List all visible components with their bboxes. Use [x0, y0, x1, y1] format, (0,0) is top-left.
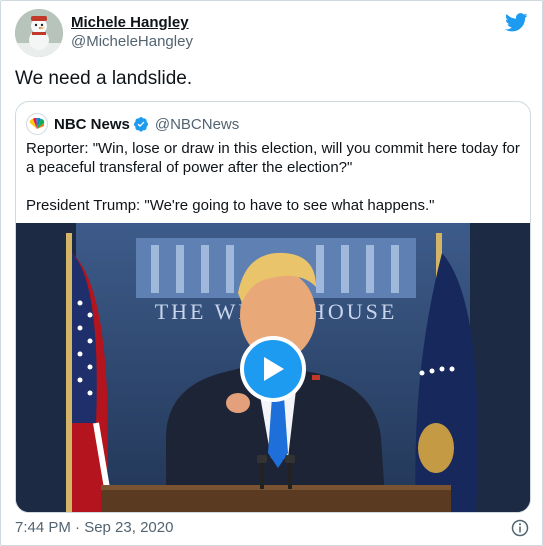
- quoted-author-name[interactable]: NBC News: [54, 116, 130, 133]
- quoted-tweet[interactable]: NBC News @NBCNews Reporter: "Win, lose o…: [15, 101, 531, 513]
- author-avatar[interactable]: [15, 9, 63, 57]
- verified-badge-icon: [133, 117, 148, 132]
- quoted-author-handle[interactable]: @NBCNews: [155, 116, 239, 133]
- author-name[interactable]: Michele Hangley: [71, 13, 193, 32]
- tweet-timestamp[interactable]: 7:44 PM · Sep 23, 2020: [15, 519, 173, 536]
- quoted-tweet-header: NBC News @NBCNews: [26, 113, 239, 135]
- twitter-bird-icon[interactable]: [505, 13, 528, 32]
- author-handle[interactable]: @MicheleHangley: [71, 32, 193, 52]
- info-icon[interactable]: [511, 519, 529, 537]
- quoted-paragraph: Reporter: "Win, lose or draw in this ele…: [26, 140, 520, 176]
- author-block: Michele Hangley @MicheleHangley: [71, 13, 193, 52]
- tweet-embed-card: Michele Hangley @MicheleHangley We need …: [0, 0, 543, 546]
- play-video-button[interactable]: [240, 336, 306, 402]
- quoted-tweet-text: Reporter: "Win, lose or draw in this ele…: [26, 139, 522, 215]
- video-thumbnail[interactable]: THE WHITE HOUSE: [16, 223, 530, 512]
- snowman-avatar-image: [15, 9, 63, 57]
- nbc-peacock-logo-icon[interactable]: [26, 113, 48, 135]
- quoted-paragraph: President Trump: "We're going to have to…: [26, 197, 435, 214]
- tweet-text: We need a landslide.: [15, 68, 193, 89]
- play-icon: [264, 357, 284, 381]
